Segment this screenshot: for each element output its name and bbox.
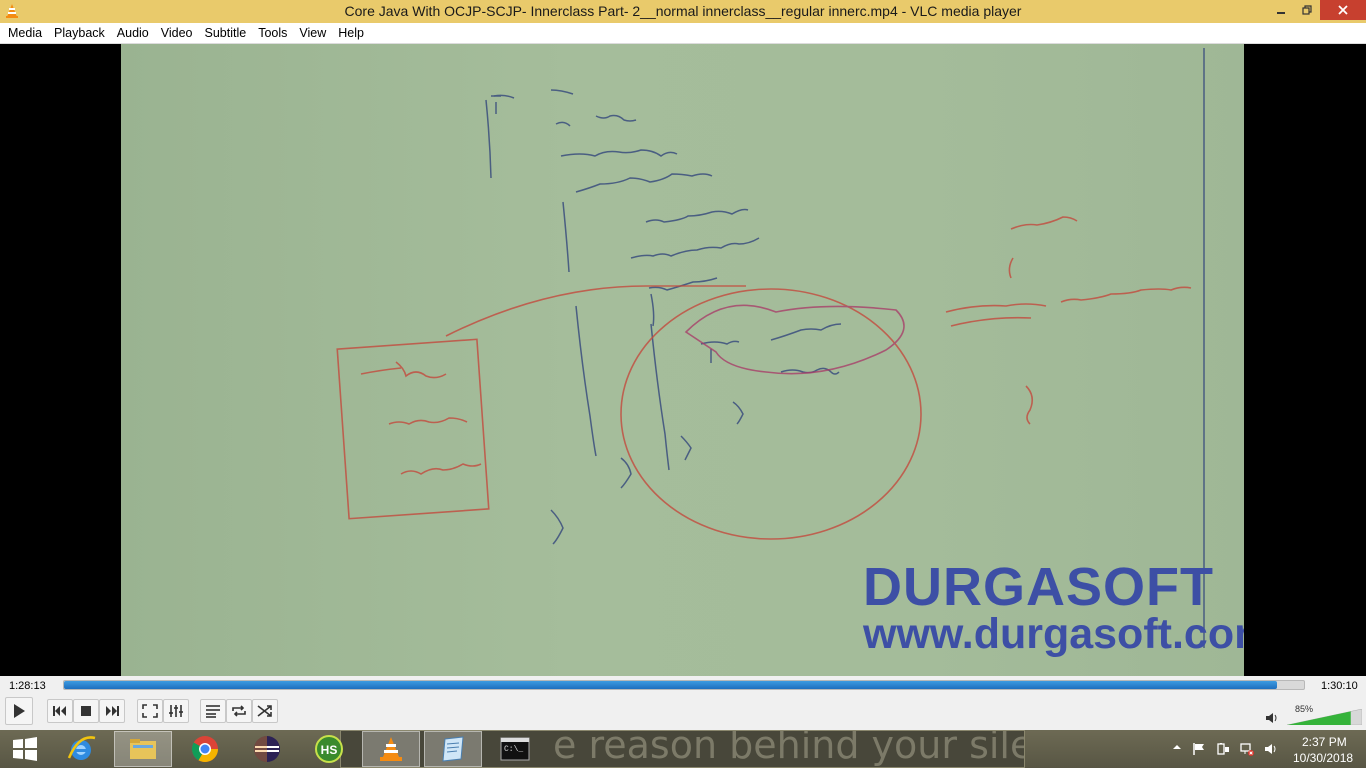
time-elapsed: 1:28:13 xyxy=(9,680,46,692)
playlist-icon xyxy=(206,705,220,718)
loop-icon xyxy=(232,705,246,717)
power-icon[interactable] xyxy=(1216,742,1230,756)
menu-help[interactable]: Help xyxy=(332,23,370,43)
menu-view[interactable]: View xyxy=(293,23,332,43)
loop-button[interactable] xyxy=(226,699,252,723)
taskbar-file-explorer[interactable] xyxy=(114,731,172,767)
taskbar-vlc[interactable] xyxy=(362,731,420,767)
menu-tools[interactable]: Tools xyxy=(252,23,293,43)
windows-logo-icon xyxy=(13,737,37,761)
vlc-icon xyxy=(380,737,402,761)
fullscreen-button[interactable] xyxy=(137,699,163,723)
next-button[interactable] xyxy=(99,699,125,723)
equalizer-icon xyxy=(169,705,183,717)
hs-app-icon: HS xyxy=(315,735,343,763)
title-bar: Core Java With OCJP-SCJP- Innerclass Par… xyxy=(0,0,1366,23)
svg-text:HS: HS xyxy=(321,743,338,757)
menu-playback[interactable]: Playback xyxy=(48,23,111,43)
volume-level-fill xyxy=(1287,711,1351,725)
video-output[interactable]: DURGASOFT www.durgasoft.com xyxy=(0,44,1366,676)
menu-audio[interactable]: Audio xyxy=(111,23,155,43)
menu-video[interactable]: Video xyxy=(155,23,199,43)
previous-button[interactable] xyxy=(47,699,73,723)
player-controls: 1:28:13 1:30:10 85% xyxy=(0,676,1366,730)
minimize-button[interactable] xyxy=(1268,0,1294,20)
network-disconnected-icon[interactable] xyxy=(1240,742,1254,756)
extended-settings-button[interactable] xyxy=(163,699,189,723)
menu-media[interactable]: Media xyxy=(2,23,48,43)
menu-subtitle[interactable]: Subtitle xyxy=(199,23,253,43)
video-frame: DURGASOFT www.durgasoft.com xyxy=(121,44,1244,676)
close-button[interactable] xyxy=(1320,0,1366,20)
chrome-icon xyxy=(191,736,219,763)
show-hidden-icons-icon[interactable] xyxy=(1172,742,1182,752)
taskbar-notepad[interactable] xyxy=(424,731,482,767)
watermark-brand: DURGASOFT xyxy=(863,557,1214,617)
minimize-icon xyxy=(1277,12,1285,14)
play-icon xyxy=(14,704,25,718)
svg-text:C:\_: C:\_ xyxy=(504,745,523,754)
taskbar-chrome[interactable] xyxy=(176,731,234,767)
time-total[interactable]: 1:30:10 xyxy=(1321,680,1358,692)
clock-date[interactable]: 10/30/2018 xyxy=(1293,751,1353,765)
notepad-icon xyxy=(442,736,464,762)
close-icon xyxy=(1338,5,1348,15)
stop-icon xyxy=(81,706,91,716)
previous-icon xyxy=(53,706,66,716)
folder-icon xyxy=(130,739,156,759)
command-prompt-icon: C:\_ xyxy=(500,737,530,761)
menu-bar: Media Playback Audio Video Subtitle Tool… xyxy=(0,23,1366,44)
internet-explorer-icon xyxy=(67,736,96,760)
play-button[interactable] xyxy=(5,697,33,725)
next-icon xyxy=(106,706,119,716)
playlist-button[interactable] xyxy=(200,699,226,723)
restore-icon xyxy=(1302,5,1312,15)
eclipse-icon xyxy=(254,736,280,762)
speaker-icon[interactable] xyxy=(1265,712,1279,724)
clock-time[interactable]: 2:37 PM xyxy=(1302,735,1347,749)
background-window-text: e reason behind your silence xyxy=(553,730,1024,767)
taskbar-command-prompt[interactable]: C:\_ xyxy=(486,731,544,767)
volume-tray-icon[interactable] xyxy=(1264,742,1278,756)
action-center-flag-icon[interactable] xyxy=(1192,742,1206,756)
restore-button[interactable] xyxy=(1294,0,1320,20)
taskbar-eclipse[interactable] xyxy=(238,731,296,767)
taskbar-hs[interactable]: HS xyxy=(300,731,358,767)
volume-slider[interactable] xyxy=(1287,709,1362,725)
seek-progress-fill xyxy=(64,681,1277,689)
shuffle-icon xyxy=(257,705,272,717)
taskbar: e reason behind your silence HS C:\_ xyxy=(0,730,1366,768)
watermark-url: www.durgasoft.com xyxy=(863,610,1244,658)
fullscreen-icon xyxy=(142,704,158,718)
seek-bar[interactable] xyxy=(63,680,1305,690)
random-button[interactable] xyxy=(252,699,278,723)
stop-button[interactable] xyxy=(73,699,99,723)
start-button[interactable] xyxy=(0,731,50,767)
taskbar-internet-explorer[interactable] xyxy=(52,731,110,767)
window-title: Core Java With OCJP-SCJP- Innerclass Par… xyxy=(344,3,1022,19)
